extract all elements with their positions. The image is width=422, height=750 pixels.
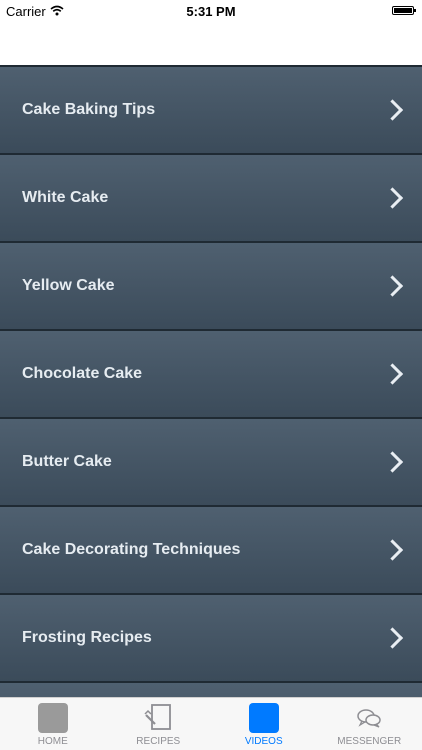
tab-label: MESSENGER (337, 736, 402, 747)
status-time: 5:31 PM (186, 4, 236, 19)
list-item-label: Cake Decorating Techniques (22, 541, 241, 558)
tab-bar: HOME RECIPES VIDEOS MESSENGER (0, 697, 422, 750)
category-list[interactable]: Cake Baking Tips White Cake Yellow Cake … (0, 65, 422, 698)
list-item-partial[interactable] (0, 681, 422, 698)
battery-icon (392, 6, 416, 15)
messenger-icon (354, 703, 384, 733)
tab-home[interactable]: HOME (0, 698, 106, 750)
chevron-right-icon (381, 187, 404, 209)
chevron-right-icon (381, 627, 404, 649)
chevron-right-icon (381, 451, 404, 473)
list-item-label: Butter Cake (22, 453, 112, 470)
chevron-right-icon (381, 363, 404, 385)
list-item-chocolate-cake[interactable]: Chocolate Cake (0, 329, 422, 417)
recipes-icon (143, 703, 173, 733)
chevron-right-icon (381, 275, 404, 297)
list-item-label: Frosting Recipes (22, 629, 152, 646)
list-item-yellow-cake[interactable]: Yellow Cake (0, 241, 422, 329)
videos-icon (248, 703, 279, 733)
tab-recipes[interactable]: RECIPES (106, 698, 212, 750)
list-item-label: Cake Baking Tips (22, 101, 156, 118)
navigation-bar (0, 22, 422, 65)
list-item-white-cake[interactable]: White Cake (0, 153, 422, 241)
tab-label: HOME (37, 736, 68, 747)
chevron-right-icon (381, 99, 404, 121)
home-icon (37, 703, 68, 733)
list-item-label: Chocolate Cake (22, 365, 143, 382)
list-item-cake-baking-tips[interactable]: Cake Baking Tips (0, 65, 422, 153)
tab-messenger[interactable]: MESSENGER (317, 698, 422, 750)
chevron-right-icon (381, 539, 404, 561)
tab-label: RECIPES (136, 736, 181, 747)
list-item-label: White Cake (22, 189, 109, 206)
list-item-cake-decorating-techniques[interactable]: Cake Decorating Techniques (0, 505, 422, 593)
list-item-butter-cake[interactable]: Butter Cake (0, 417, 422, 505)
list-item-frosting-recipes[interactable]: Frosting Recipes (0, 593, 422, 681)
tab-label: VIDEOS (244, 736, 283, 747)
list-item-label: Yellow Cake (22, 277, 115, 294)
tab-videos[interactable]: VIDEOS (211, 698, 317, 750)
status-bar: Carrier 5:31 PM (0, 0, 422, 22)
